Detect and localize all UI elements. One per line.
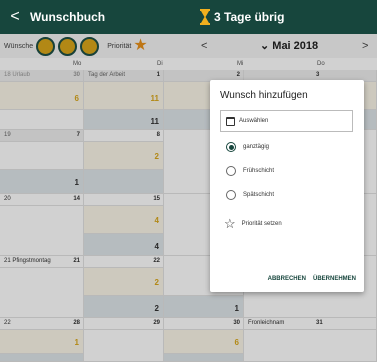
dialog-title: Wunsch hinzufügen bbox=[220, 90, 308, 101]
option-late-shift-label: Spätschicht bbox=[243, 192, 275, 198]
back-button[interactable]: < bbox=[0, 8, 30, 26]
radio-late-shift[interactable] bbox=[226, 190, 236, 200]
hourglass-icon bbox=[200, 9, 210, 25]
option-all-day-label: ganztägig bbox=[243, 144, 270, 150]
calendar-icon bbox=[226, 116, 235, 126]
radio-all-day[interactable] bbox=[226, 142, 236, 152]
add-wish-dialog: Wunsch hinzufügen Auswählen ganztägig Fr… bbox=[210, 80, 364, 292]
set-priority-label: Priorität setzen bbox=[241, 220, 282, 227]
radio-early-shift[interactable] bbox=[226, 166, 236, 176]
option-all-day[interactable]: ganztägig bbox=[226, 142, 269, 152]
option-early-shift-label: Frühschicht bbox=[243, 168, 275, 174]
option-late-shift[interactable]: Spätschicht bbox=[226, 190, 274, 200]
accept-button[interactable]: ÜBERNEHMEN bbox=[313, 276, 356, 282]
app-bar: < Wunschbuch 3 Tage übrig bbox=[0, 0, 377, 34]
days-left-indicator: 3 Tage übrig bbox=[200, 0, 284, 34]
dialog-actions: ABBRECHEN ÜBERNEHMEN bbox=[268, 276, 356, 282]
days-left-text: 3 Tage übrig bbox=[214, 10, 285, 24]
option-early-shift[interactable]: Frühschicht bbox=[226, 166, 274, 176]
star-outline-icon: ☆ bbox=[224, 216, 236, 231]
page-title: Wunschbuch bbox=[30, 10, 106, 24]
set-priority-option[interactable]: ☆ Priorität setzen bbox=[224, 217, 282, 230]
date-select-field[interactable]: Auswählen bbox=[220, 110, 353, 132]
cancel-button[interactable]: ABBRECHEN bbox=[268, 276, 306, 282]
date-select-label: Auswählen bbox=[239, 118, 269, 124]
